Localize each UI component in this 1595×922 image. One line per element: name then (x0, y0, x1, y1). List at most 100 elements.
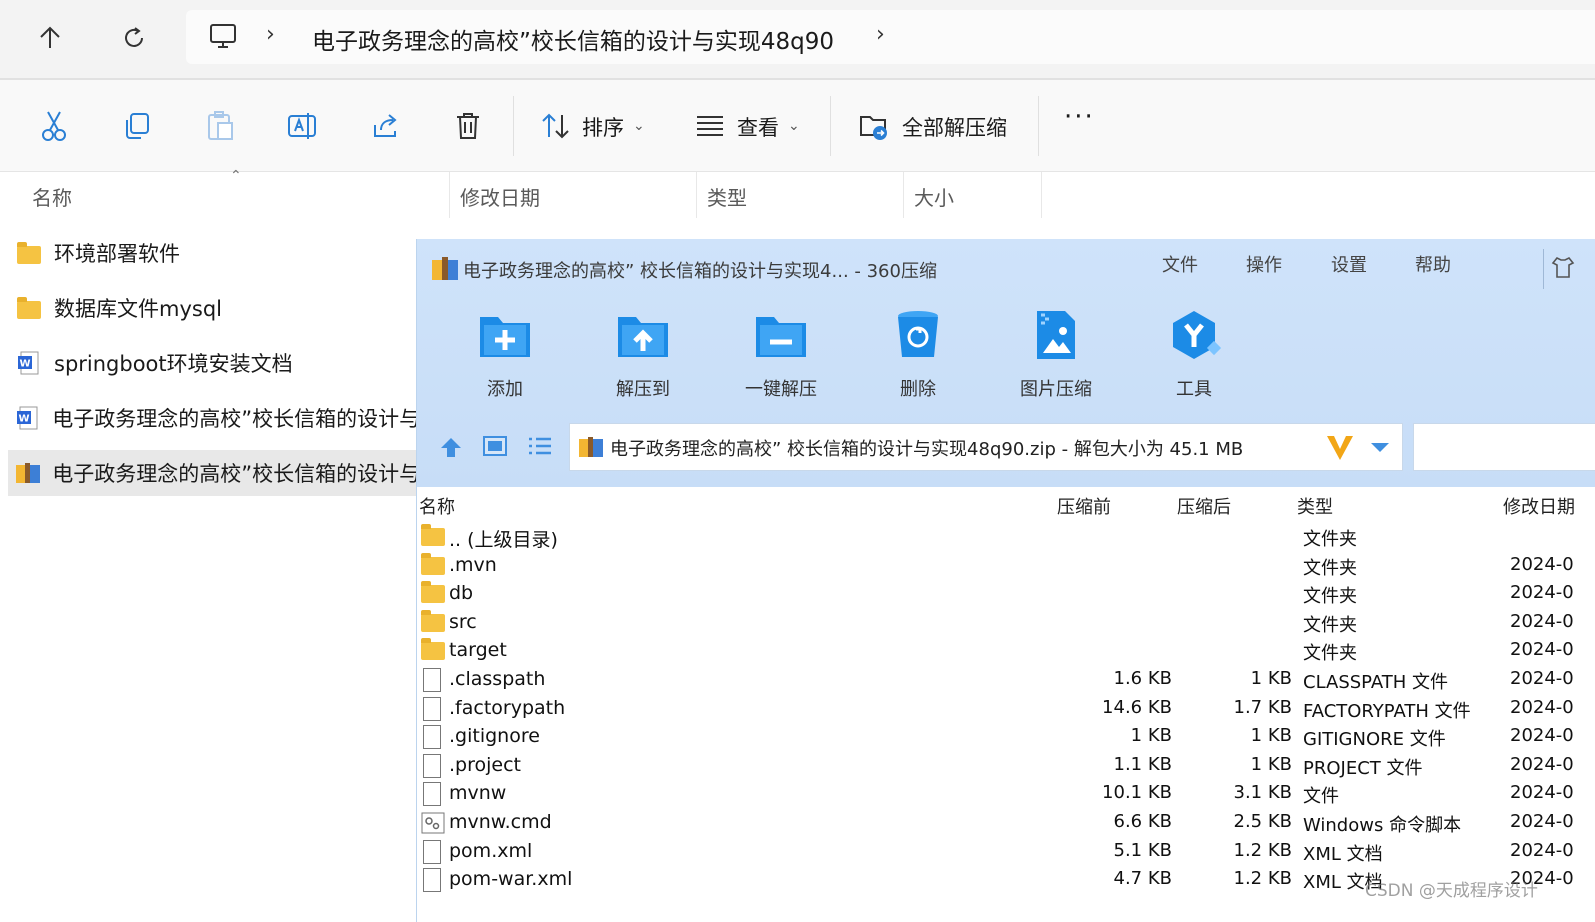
word-doc-icon: W (14, 403, 42, 433)
zip-file-type: 文件夹 (1303, 529, 1357, 550)
zip-file-type: 文件夹 (1303, 557, 1357, 579)
zip-file-name: pom-war.xml (449, 868, 573, 891)
sort-button[interactable]: 排序 (582, 112, 624, 142)
tools-hexagon-icon (1165, 309, 1223, 361)
zip-file-size-after: 1.2 KB (1233, 868, 1293, 890)
zip-file-row[interactable]: mvnw.cmd 6.6 KB 2.5 KB Windows 命令脚本 2024-0 (417, 809, 1595, 838)
clipboard-icon (208, 111, 233, 140)
thumbnail-view-icon[interactable] (483, 435, 507, 457)
copy-icon (126, 113, 149, 139)
address-path[interactable]: 电子政务理念的高校”校长信箱的设计与实现48q90 (312, 22, 834, 56)
list-item[interactable]: W 电子政务理念的高校”校长信箱的设计与... (8, 395, 418, 441)
archive-path-box[interactable]: 电子政务理念的高校” 校长信箱的设计与实现48q90.zip - 解包大小为 4… (569, 423, 1403, 471)
add-folder-icon (476, 309, 534, 361)
column-header-name[interactable]: 名称 (32, 182, 72, 211)
zip-file-row[interactable]: db 文件夹 2024-0 (417, 580, 1595, 609)
address-box[interactable]: › 电子政务理念的高校”校长信箱的设计与实现48q90 › (186, 10, 1595, 64)
zip-file-row[interactable]: src 文件夹 2024-0 (417, 609, 1595, 638)
zip-file-row[interactable]: .. (上级目录) 文件夹 (417, 523, 1595, 552)
view-button[interactable]: 查看 (737, 112, 779, 142)
share-icon (374, 114, 397, 137)
sort-caret-icon: ⌃ (230, 168, 242, 184)
dropdown-arrow-icon[interactable] (1370, 442, 1390, 454)
zip-col-name[interactable]: 名称 (419, 493, 455, 519)
zip-file-date: 2024-0 (1510, 839, 1574, 861)
archive-path-text: 电子政务理念的高校” 校长信箱的设计与实现48q90.zip - 解包大小为 4… (610, 439, 1244, 460)
zip-file-row[interactable]: .classpath 1.6 KB 1 KB CLASSPATH 文件 2024-0 (417, 666, 1595, 695)
delete-button[interactable] (450, 108, 486, 144)
copy-button[interactable] (119, 108, 155, 144)
column-header-date[interactable]: 修改日期 (460, 182, 540, 211)
script-file-icon (421, 812, 445, 834)
refresh-button[interactable] (114, 18, 154, 58)
details-view-icon[interactable] (527, 435, 553, 457)
column-separator (449, 172, 450, 218)
refresh-icon (125, 27, 143, 47)
extract-all-button[interactable]: 全部解压缩 (902, 112, 1007, 142)
zip-search-input[interactable] (1413, 423, 1595, 471)
share-button[interactable] (368, 108, 404, 144)
v-logo-icon[interactable] (1324, 433, 1356, 463)
zip-file-name: .factorypath (449, 696, 566, 719)
folder-icon (14, 238, 44, 268)
zip-file-name: src (449, 610, 477, 633)
folder-icon (421, 638, 445, 662)
skin-shirt-icon[interactable] (1551, 255, 1575, 279)
cut-button[interactable] (36, 108, 72, 144)
chevron-down-icon[interactable]: ⌄ (788, 118, 800, 134)
column-header-type[interactable]: 类型 (707, 182, 747, 211)
up-arrow-icon[interactable] (439, 435, 463, 459)
list-item-selected[interactable]: 电子政务理念的高校”校长信箱的设计与... (8, 450, 418, 496)
zip-file-name: .gitignore (449, 725, 540, 748)
menu-settings[interactable]: 设置 (1331, 251, 1367, 277)
item-name: 环境部署软件 (54, 242, 180, 266)
zip-delete-button[interactable]: 删除 (863, 309, 973, 401)
tools-button[interactable]: 工具 (1139, 309, 1249, 401)
zip-col-after[interactable]: 压缩后 (1177, 493, 1231, 519)
more-options-button[interactable]: ··· (1064, 102, 1095, 132)
zip-window-title: 电子政务理念的高校” 校长信箱的设计与实现4... - 360压缩 (463, 261, 937, 282)
zip-file-size-before: 1.1 KB (1113, 753, 1173, 775)
chevron-right-icon[interactable]: › (876, 22, 885, 47)
zip-file-row[interactable]: target 文件夹 2024-0 (417, 637, 1595, 666)
menu-help[interactable]: 帮助 (1415, 251, 1451, 277)
image-compress-button[interactable]: 图片压缩 (1001, 309, 1111, 401)
zip-col-type[interactable]: 类型 (1297, 493, 1333, 519)
zip-file-row[interactable]: pom.xml 5.1 KB 1.2 KB XML 文档 2024-0 (417, 838, 1595, 867)
one-click-extract-button[interactable]: 一键解压 (726, 309, 836, 401)
list-item[interactable]: W springboot环境安装文档 (8, 340, 418, 386)
image-compress-label: 图片压缩 (1020, 379, 1092, 400)
zip-file-row[interactable]: .mvn 文件夹 2024-0 (417, 552, 1595, 581)
paste-button[interactable] (202, 108, 238, 144)
chevron-right-icon: › (266, 22, 275, 47)
zip-col-before[interactable]: 压缩前 (1057, 493, 1111, 519)
zip-file-row[interactable]: .factorypath 14.6 KB 1.7 KB FACTORYPATH 文件 2… (417, 695, 1595, 724)
list-item[interactable]: 数据库文件mysql (8, 285, 418, 331)
column-header-size[interactable]: 大小 (914, 182, 954, 211)
zip-file-size-after: 1 KB (1250, 753, 1292, 775)
menu-file[interactable]: 文件 (1162, 251, 1198, 277)
zip-col-date[interactable]: 修改日期 (1503, 493, 1575, 519)
up-button[interactable] (30, 18, 70, 58)
zip-file-size-before: 6.6 KB (1113, 811, 1173, 832)
item-name: 电子政务理念的高校”校长信箱的设计与... (52, 407, 418, 431)
list-item[interactable]: 环境部署软件 (8, 230, 418, 276)
folder-icon (421, 609, 445, 634)
zip-file-date: 2024-0 (1510, 696, 1574, 718)
recycle-bin-icon (889, 309, 947, 361)
zip-file-row[interactable]: .project 1.1 KB 1 KB PROJECT 文件 2024-0 (417, 752, 1595, 781)
extract-to-button[interactable]: 解压到 (588, 309, 698, 401)
list-view-icon (697, 116, 723, 136)
chevron-down-icon[interactable]: ⌄ (633, 118, 645, 134)
menu-operate[interactable]: 操作 (1246, 251, 1282, 277)
zip-file-row[interactable]: mvnw 10.1 KB 3.1 KB 文件 2024-0 (417, 780, 1595, 809)
zip-file-type: 文件夹 (1303, 643, 1357, 665)
zip-file-row[interactable]: .gitignore 1 KB 1 KB GITIGNORE 文件 2024-0 (417, 723, 1595, 752)
file-icon (421, 782, 445, 807)
zip-file-type: GITIGNORE 文件 (1303, 729, 1446, 751)
rename-button[interactable] (285, 108, 321, 144)
zip-file-date: 2024-0 (1510, 582, 1574, 604)
item-name: 数据库文件mysql (54, 297, 222, 321)
zip-file-size-before: 1.6 KB (1113, 668, 1173, 689)
add-button[interactable]: 添加 (450, 309, 560, 401)
